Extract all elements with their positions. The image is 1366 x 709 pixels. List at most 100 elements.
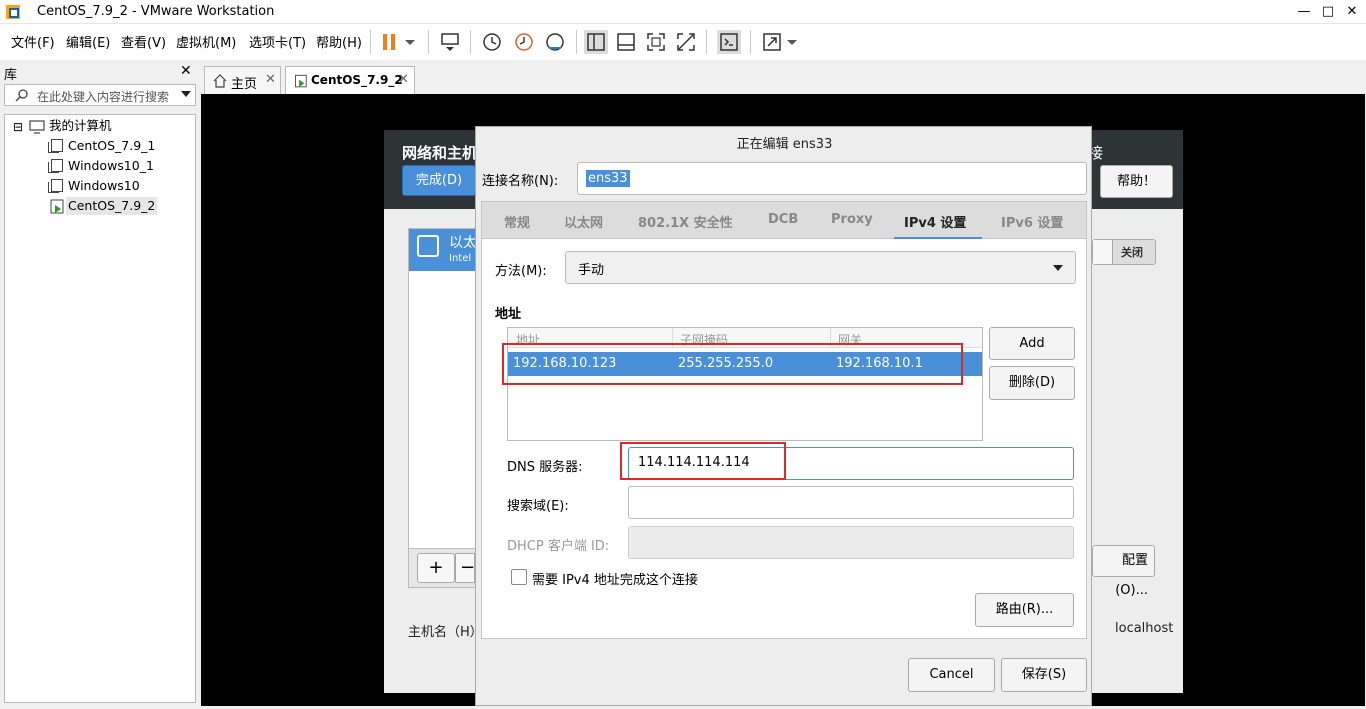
- search-domain-input[interactable]: [628, 486, 1074, 519]
- remove-connection-button[interactable]: −: [455, 553, 475, 583]
- toggle-knob: [1093, 240, 1113, 264]
- toolbar-separator: [750, 30, 751, 54]
- stretch-dropdown-icon[interactable]: [784, 30, 800, 54]
- tab-centos-label: CentOS_7.9_2: [311, 73, 403, 87]
- connection-list-buttons: + −: [408, 548, 476, 588]
- configure-button[interactable]: 配置(O)...: [1092, 545, 1155, 598]
- library-tree: ⊟ 我的计算机 CentOS_7.9_1 Windows10_1 Windows…: [4, 114, 196, 703]
- revert-snapshot-icon[interactable]: [512, 30, 536, 54]
- full-screen-icon[interactable]: [644, 30, 668, 54]
- vm-icon: [48, 179, 63, 193]
- snapshot-manager-icon[interactable]: [543, 30, 567, 54]
- tab-centos-7-9-2[interactable]: CentOS_7.9_2 ✕: [285, 66, 415, 94]
- show-library-icon[interactable]: [584, 30, 608, 54]
- tree-item-centos-7-9-2[interactable]: CentOS_7.9_2: [66, 197, 158, 215]
- menu-view[interactable]: 查看(V): [121, 32, 166, 51]
- add-address-button[interactable]: Add: [989, 327, 1075, 360]
- delete-address-button[interactable]: 删除(D): [989, 366, 1075, 400]
- address-section-title: 地址: [495, 307, 522, 322]
- unity-mode-icon[interactable]: [674, 30, 698, 54]
- tab-home-close-icon[interactable]: ✕: [265, 72, 276, 87]
- tab-proxy[interactable]: Proxy: [831, 212, 873, 227]
- running-vm-icon: [295, 74, 307, 88]
- vm-icon: [48, 159, 63, 173]
- tab-ethernet[interactable]: 以太网: [564, 212, 603, 231]
- require-ipv4-checkbox[interactable]: [511, 569, 527, 585]
- library-search-input[interactable]: 在此处键入内容进行搜索: [4, 84, 196, 106]
- dialog-title: 正在编辑 ens33: [736, 137, 833, 152]
- tab-home-label: 主页: [231, 77, 258, 92]
- connection-name-label: 连接名称(N):: [482, 174, 559, 189]
- pause-dropdown-icon[interactable]: [402, 30, 418, 54]
- method-select[interactable]: 手动: [565, 251, 1076, 284]
- pause-icon[interactable]: [378, 30, 402, 54]
- method-value: 手动: [578, 263, 605, 278]
- require-ipv4-label: 需要 IPv4 地址完成这个连接: [532, 573, 698, 588]
- toolbar-separator: [576, 30, 577, 54]
- connection-name-value: ens33: [586, 170, 630, 187]
- close-button[interactable]: ✕: [1337, 2, 1366, 22]
- menu-edit[interactable]: 编辑(E): [66, 32, 110, 51]
- send-ctrl-alt-del-icon[interactable]: [438, 30, 462, 54]
- library-close-button[interactable]: ✕: [180, 63, 192, 79]
- connection-list: 以太 Intel: [408, 228, 477, 588]
- toolbar-separator: [706, 30, 707, 54]
- dhcp-client-id-label: DHCP 客户端 ID:: [507, 539, 610, 554]
- add-connection-button[interactable]: +: [417, 553, 455, 583]
- hostname-label: 主机名（H）: [408, 625, 483, 640]
- tab-home[interactable]: 主页 ✕: [204, 66, 281, 94]
- save-button[interactable]: 保存(S): [1001, 658, 1087, 692]
- tab-strip: 主页 ✕ CentOS_7.9_2 ✕: [200, 60, 1366, 94]
- title-bar: CentOS_7.9_2 - VMware Workstation — □ ✕: [0, 0, 1366, 24]
- tree-expander[interactable]: ⊟: [13, 118, 23, 136]
- stretch-guest-icon[interactable]: [760, 30, 784, 54]
- routes-button[interactable]: 路由(R)...: [975, 593, 1074, 627]
- ethernet-name: 以太: [449, 235, 477, 251]
- tab-ipv6-settings[interactable]: IPv6 设置: [1001, 212, 1063, 231]
- tab-ipv4-settings[interactable]: IPv4 设置: [904, 212, 966, 231]
- tree-item-centos-7-9-1[interactable]: CentOS_7.9_1: [68, 137, 155, 155]
- thumbnail-bar-icon[interactable]: [614, 30, 638, 54]
- tree-root-my-computer[interactable]: 我的计算机: [49, 117, 112, 135]
- connection-toggle[interactable]: 关闭: [1092, 239, 1156, 265]
- toolbar-separator: [428, 30, 429, 54]
- connection-name-input[interactable]: ens33: [577, 162, 1087, 195]
- snapshot-icon[interactable]: [480, 30, 504, 54]
- menu-toolbar: 文件(F) 编辑(E) 查看(V) 虚拟机(M) 选项卡(T) 帮助(H): [0, 24, 1366, 60]
- tab-dcb[interactable]: DCB: [768, 212, 798, 227]
- toggle-label: 关闭: [1121, 246, 1143, 259]
- done-button[interactable]: 完成(D): [402, 165, 476, 196]
- ethernet-icon: [417, 235, 439, 257]
- ethernet-subtitle: Intel: [449, 253, 472, 264]
- toolbar-separator: [470, 30, 471, 54]
- dialog-tabs: 常规 以太网 802.1X 安全性 DCB Proxy IPv4 设置 IPv6…: [481, 201, 1087, 240]
- help-button[interactable]: 帮助！: [1100, 165, 1173, 198]
- network-window-title: 网络和主机: [402, 144, 478, 162]
- cancel-button[interactable]: Cancel: [908, 658, 995, 692]
- address-highlight-box: [502, 343, 963, 385]
- tab-centos-close-icon[interactable]: ✕: [398, 72, 409, 87]
- tree-item-windows10[interactable]: Windows10: [68, 177, 140, 195]
- hostname-value: localhost: [1115, 621, 1174, 636]
- dns-highlight-box: [620, 442, 786, 480]
- menu-tabs[interactable]: 选项卡(T): [249, 32, 306, 51]
- dns-label: DNS 服务器:: [507, 460, 583, 475]
- menu-vm[interactable]: 虚拟机(M): [176, 32, 236, 51]
- vm-icon: [48, 139, 63, 153]
- method-label: 方法(M):: [495, 264, 547, 279]
- menu-file[interactable]: 文件(F): [11, 32, 55, 51]
- console-view-icon[interactable]: [717, 30, 741, 54]
- library-title: 库: [4, 68, 18, 83]
- search-domain-label: 搜索域(E):: [507, 499, 569, 514]
- home-icon: [213, 74, 227, 88]
- dhcp-client-id-input[interactable]: [628, 526, 1074, 559]
- menu-help[interactable]: 帮助(H): [316, 32, 362, 51]
- connection-item-ethernet[interactable]: 以太 Intel: [409, 229, 477, 271]
- tree-item-windows10-1[interactable]: Windows10_1: [68, 157, 154, 175]
- toolbar-separator: [370, 30, 371, 54]
- library-header: 库 ✕: [0, 60, 200, 83]
- tab-8021x-security[interactable]: 802.1X 安全性: [638, 212, 733, 231]
- running-vm-icon: [50, 199, 64, 214]
- tab-general[interactable]: 常规: [504, 212, 530, 231]
- search-dropdown-icon[interactable]: [181, 91, 191, 97]
